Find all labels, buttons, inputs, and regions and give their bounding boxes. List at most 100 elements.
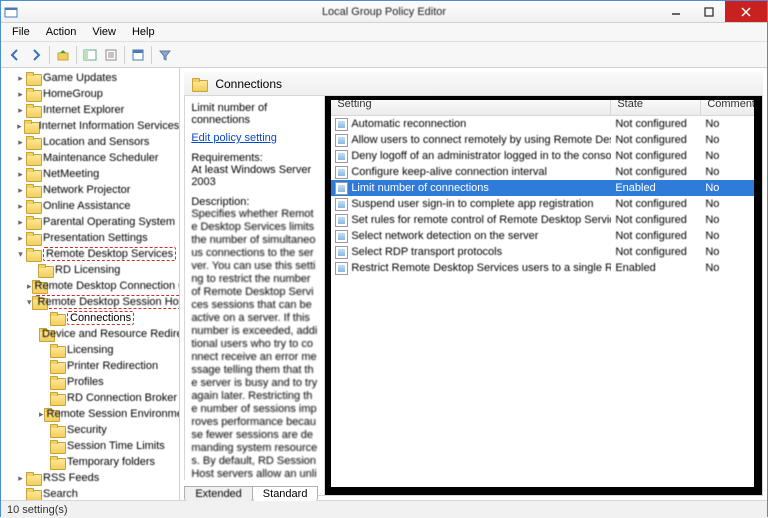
tree-item[interactable]: ▸Location and Sensors — [3, 134, 179, 150]
tree-item[interactable]: ▸Internet Explorer — [3, 102, 179, 118]
expand-icon[interactable]: ▸ — [15, 89, 26, 100]
policy-icon — [335, 246, 348, 259]
tree-item[interactable]: ▸Presentation Settings — [3, 230, 179, 246]
expand-icon[interactable]: ▸ — [15, 169, 26, 180]
setting-row[interactable]: Set rules for remote control of Remote D… — [331, 212, 762, 228]
expand-icon[interactable]: ▸ — [27, 281, 32, 292]
tree-item[interactable]: Search — [3, 486, 179, 500]
maximize-button[interactable] — [692, 1, 725, 22]
setting-row[interactable]: Automatic reconnectionNot configuredNo — [331, 116, 762, 132]
tree-item-label: Search — [43, 488, 78, 500]
expand-icon[interactable]: ▸ — [39, 409, 44, 420]
col-setting[interactable]: Setting — [331, 96, 611, 115]
menu-help[interactable]: Help — [125, 25, 162, 39]
tree-item[interactable]: ▸Maintenance Scheduler — [3, 150, 179, 166]
tree-item[interactable]: Profiles — [3, 374, 179, 390]
col-state[interactable]: State — [611, 96, 701, 115]
tree-item[interactable]: ▸RSS Feeds — [3, 470, 179, 486]
folder-icon — [26, 200, 40, 212]
content-pane: Connections Limit number of connections … — [180, 68, 767, 500]
content-header: Connections — [184, 72, 763, 96]
setting-row[interactable]: Allow users to connect remotely by using… — [331, 132, 762, 148]
collapse-icon[interactable]: ▾ — [27, 297, 32, 308]
forward-button[interactable] — [26, 45, 46, 65]
tree-item[interactable]: Device and Resource Redirection — [3, 326, 179, 342]
tree-item-label: Session Time Limits — [67, 440, 165, 452]
show-hide-tree-button[interactable] — [80, 45, 100, 65]
filter-button[interactable] — [155, 45, 175, 65]
toolbar — [1, 42, 767, 68]
back-button[interactable] — [5, 45, 25, 65]
expand-icon[interactable]: ▸ — [15, 201, 26, 212]
setting-row[interactable]: Suspend user sign-in to complete app reg… — [331, 196, 762, 212]
expand-icon[interactable]: ▸ — [15, 217, 26, 228]
requirements-value: At least Windows Server 2003 — [191, 164, 318, 188]
list-body[interactable]: Automatic reconnectionNot configuredNoAl… — [331, 116, 762, 495]
expand-icon[interactable]: ▸ — [15, 473, 26, 484]
tree-item[interactable]: ▸ Network Projector — [3, 182, 179, 198]
navigation-tree[interactable]: ▸ Game Updates ▸HomeGroup▸Internet Explore… — [1, 68, 180, 500]
setting-row[interactable]: Select RDP transport protocolsNot config… — [331, 244, 762, 260]
tree-item[interactable]: ▸ Game Updates — [3, 70, 179, 86]
export-list-button[interactable] — [101, 45, 121, 65]
setting-row[interactable]: Select network detection on the serverNo… — [331, 228, 762, 244]
tree-item-label: Internet Information Services — [39, 120, 180, 132]
collapse-icon[interactable]: ▾ — [15, 249, 26, 260]
tree-item[interactable]: ▸ Parental Operating System — [3, 214, 179, 230]
tree-item[interactable]: Security — [3, 422, 179, 438]
expand-icon[interactable]: ▸ — [15, 73, 26, 84]
tree-item-label: Online Assistance — [43, 200, 130, 212]
setting-row[interactable]: Limit number of connectionsEnabledNo — [331, 180, 762, 196]
properties-button[interactable] — [128, 45, 148, 65]
minimize-button[interactable] — [659, 1, 692, 22]
tree-item-label: Parental Operating System — [43, 216, 175, 228]
expand-icon[interactable]: ▸ — [15, 185, 26, 196]
close-button[interactable] — [725, 1, 767, 22]
menu-bar: File Action View Help — [1, 23, 767, 42]
tree-item[interactable]: ▾Remote Desktop Services — [3, 246, 179, 262]
status-text: 10 setting(s) — [7, 504, 68, 516]
setting-comment: No — [705, 150, 719, 162]
expand-icon[interactable]: ▸ — [15, 121, 24, 132]
tree-item[interactable]: ▸Remote Session Environment — [3, 406, 179, 422]
tree-item[interactable]: ▸NetMeeting — [3, 166, 179, 182]
expand-icon[interactable]: ▸ — [15, 137, 26, 148]
setting-comment: No — [705, 118, 719, 130]
tree-item-label: Game Updates — [43, 72, 117, 84]
tree-item[interactable]: RD Licensing — [3, 262, 179, 278]
window-controls — [659, 1, 767, 22]
menu-view[interactable]: View — [85, 25, 123, 39]
folder-icon — [26, 136, 40, 148]
tree-item[interactable]: ▸Remote Desktop Connection Client — [3, 278, 179, 294]
tree-item[interactable]: Session Time Limits — [3, 438, 179, 454]
tab-extended[interactable]: Extended — [184, 486, 252, 501]
tree-item-label: Network Projector — [43, 184, 130, 196]
status-bar: 10 setting(s) — [1, 500, 767, 518]
tab-standard[interactable]: Standard — [252, 486, 319, 501]
col-comment[interactable]: Comment — [701, 96, 762, 115]
menu-action[interactable]: Action — [39, 25, 84, 39]
tree-item[interactable]: Temporary folders — [3, 454, 179, 470]
expand-icon[interactable]: ▸ — [15, 153, 26, 164]
folder-icon — [50, 392, 64, 404]
menu-file[interactable]: File — [5, 25, 37, 39]
setting-row[interactable]: Deny logoff of an administrator logged i… — [331, 148, 762, 164]
tree-item[interactable]: ▸ Internet Information Services — [3, 118, 179, 134]
tree-item[interactable]: ▸HomeGroup — [3, 86, 179, 102]
setting-row[interactable]: Restrict Remote Desktop Services users t… — [331, 260, 762, 276]
folder-icon — [26, 104, 40, 116]
tree-item[interactable]: Licensing — [3, 342, 179, 358]
expand-icon[interactable]: ▸ — [15, 233, 26, 244]
edit-policy-link[interactable]: Edit policy setting — [191, 132, 318, 144]
up-button[interactable] — [53, 45, 73, 65]
setting-row[interactable]: Configure keep-alive connection interval… — [331, 164, 762, 180]
tree-item[interactable]: Printer Redirection — [3, 358, 179, 374]
tree-item[interactable]: ▸ Online Assistance — [3, 198, 179, 214]
setting-state: Not configured — [615, 118, 687, 130]
setting-comment: No — [705, 230, 719, 242]
tree-item[interactable]: ▾Remote Desktop Session Host — [3, 294, 179, 310]
tree-item[interactable]: RD Connection Broker — [3, 390, 179, 406]
tree-item[interactable]: Connections — [3, 310, 179, 326]
folder-icon — [26, 472, 40, 484]
expand-icon[interactable]: ▸ — [15, 105, 26, 116]
